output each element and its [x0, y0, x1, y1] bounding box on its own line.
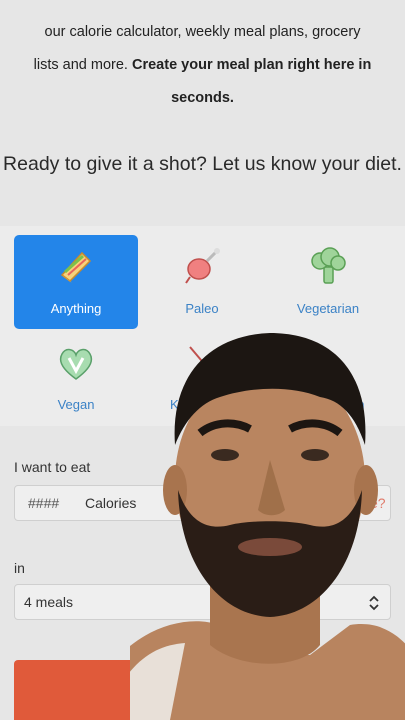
calories-unit: Calories [85, 495, 137, 511]
meals-value: 4 meals [24, 594, 74, 610]
intro-text: our calorie calculator, weekly meal plan… [0, 0, 405, 115]
in-label: in [14, 560, 25, 576]
broccoli-icon [311, 247, 346, 284]
sandwich-icon [60, 251, 92, 283]
diet-label-vegetarian: Vegetarian [296, 301, 360, 316]
intro-line-2-plain: lists and more. [33, 57, 128, 73]
intro-line-2: lists and more. Create your meal plan ri… [0, 49, 405, 82]
diet-option-vegetarian[interactable]: Vegetarian [266, 235, 390, 329]
diet-prompt: Ready to give it a shot? Let us know you… [3, 153, 402, 175]
intro-line-1: our calorie calculator, weekly meal plan… [44, 24, 361, 40]
intro-line-3: seconds. [0, 82, 405, 115]
intro-cutoff-line [0, 0, 405, 8]
intro-line-2-bold: Create your meal plan right here in [132, 57, 372, 73]
intro-line-3-bold: seconds. [171, 90, 234, 106]
vegan-heart-icon [59, 348, 93, 380]
diet-option-paleo[interactable]: Paleo [140, 235, 264, 329]
diet-option-anything[interactable]: Anything [14, 235, 138, 329]
calories-placeholder: #### [28, 495, 60, 511]
diet-label-vegan: Vegan [57, 397, 95, 412]
presenter-video-overlay [130, 333, 405, 720]
drumstick-icon [185, 248, 220, 284]
diet-label-anything: Anything [50, 301, 102, 316]
diet-option-vegan[interactable]: Vegan [14, 331, 138, 425]
want-to-eat-label: I want to eat [14, 459, 91, 475]
diet-label-paleo: Paleo [185, 301, 219, 316]
